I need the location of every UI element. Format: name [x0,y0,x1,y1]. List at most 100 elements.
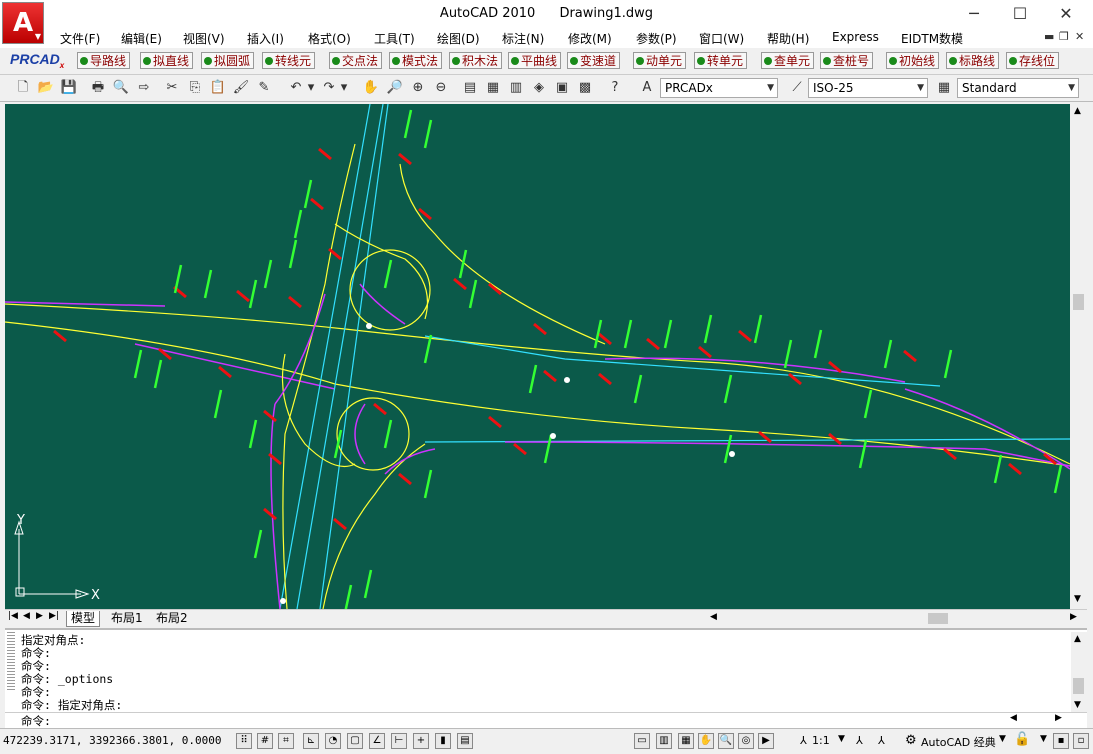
tab-first-icon[interactable]: |◀ [8,611,18,621]
print-icon[interactable]: 🖶 [89,79,107,97]
menu-format[interactable]: 格式(O) [308,30,351,47]
ducs-icon[interactable]: ⊢ [391,733,407,749]
ortho-icon[interactable]: ⊾ [303,733,319,749]
dim-style-icon[interactable]: ⟋ [788,79,806,97]
paste-icon[interactable]: 📋 [209,79,227,97]
osnap-icon[interactable]: ▢ [347,733,363,749]
prcad-query-station-button[interactable]: 查桩号 [820,52,874,69]
coordinate-readout[interactable]: 472239.3171, 3392366.3801, 0.0000 [3,734,222,747]
command-input-row[interactable]: 命令: ◀ ▶ [5,712,1087,728]
close-button[interactable]: ✕ [1043,0,1089,28]
zoom-realtime-icon[interactable]: 🔎 [386,79,404,97]
undo-dropdown-icon[interactable]: ▾ [302,79,320,97]
menu-express[interactable]: Express [832,30,879,44]
publish-icon[interactable]: ⇨ [135,79,153,97]
minimize-button[interactable]: ─ [951,0,997,28]
scroll-thumb[interactable] [1073,678,1084,694]
dim-style-select[interactable]: ISO-25 ▼ [808,78,928,98]
auto-scale-icon[interactable]: ⅄ [878,734,885,747]
tab-model[interactable]: 模型 [66,611,101,627]
copy-icon[interactable]: ⎘ [186,79,204,97]
prcad-pattern-button[interactable]: 模式法 [389,52,443,69]
horizontal-scrollbar[interactable]: ◀ ▶ [708,612,1082,625]
command-prompt[interactable]: 命令: [21,713,51,729]
menu-dimension[interactable]: 标注(N) [502,30,544,47]
workspace-name[interactable]: AutoCAD 经典 [921,734,996,750]
scroll-left-icon[interactable]: ◀ [1010,713,1017,723]
menu-help[interactable]: 帮助(H) [767,30,809,47]
tab-layout1[interactable]: 布局1 [107,611,147,626]
prcad-intersection-button[interactable]: 交点法 [329,52,383,69]
otrack-icon[interactable]: ∠ [369,733,385,749]
scroll-right-icon[interactable]: ▶ [1070,612,1077,622]
scroll-up-icon[interactable]: ▲ [1074,634,1081,644]
cut-icon[interactable]: ✂ [163,79,181,97]
tab-prev-icon[interactable]: ◀ [23,611,30,621]
grid-icon[interactable]: # [257,733,273,749]
steering-wheel-icon[interactable]: ◎ [738,733,754,749]
open-icon[interactable]: 📂 [37,79,55,97]
chevron-down-icon[interactable]: ▼ [999,734,1006,744]
pan-icon[interactable]: ✋ [698,733,714,749]
drawing-canvas[interactable]: Y X [5,104,1070,609]
prcad-fit-line-button[interactable]: 拟直线 [140,52,194,69]
polar-icon[interactable]: ◔ [325,733,341,749]
prcad-save-position-button[interactable]: 存线位 [1006,52,1060,69]
menu-parametric[interactable]: 参数(P) [636,30,677,47]
scroll-down-icon[interactable]: ▼ [1074,594,1081,604]
doc-restore-icon[interactable]: ❐ [1059,30,1069,43]
hscroll-thumb[interactable] [928,613,948,624]
annotation-visibility-icon[interactable]: ⅄ [856,734,863,747]
autocad-logo-icon[interactable]: A ▼ [2,2,44,44]
annotation-scale-icon[interactable]: ⅄ [800,734,807,747]
prcad-horizontal-curve-button[interactable]: 平曲线 [508,52,562,69]
prcad-building-block-button[interactable]: 积木法 [449,52,503,69]
design-center-icon[interactable]: ▦ [484,79,502,97]
scroll-thumb[interactable] [1073,294,1084,310]
menu-insert[interactable]: 插入(I) [247,30,284,47]
maximize-button[interactable]: ☐ [997,0,1043,28]
command-window[interactable]: 指定对角点: 命令: 命令: 命令: _options 命令: 命令: 指定对角… [5,628,1087,714]
scroll-left-icon[interactable]: ◀ [710,612,717,622]
prcad-initial-line-button[interactable]: 初始线 [886,52,940,69]
save-icon[interactable]: 💾 [60,79,78,97]
redo-dropdown-icon[interactable]: ▾ [335,79,353,97]
tool-palettes-icon[interactable]: ▥ [507,79,525,97]
infer-constraints-icon[interactable]: ⠿ [236,733,252,749]
clean-screen-icon[interactable]: ▫ [1073,733,1089,749]
new-icon[interactable]: 🗋 [14,79,32,97]
sheet-set-icon[interactable]: ◈ [530,79,548,97]
match-properties-icon[interactable]: 🖌 [232,79,250,97]
doc-close-icon[interactable]: ✕ [1075,30,1084,43]
prcad-convert-element-button[interactable]: 转线元 [262,52,316,69]
showmotion-icon[interactable]: ▶ [758,733,774,749]
markup-icon[interactable]: ▣ [553,79,571,97]
prcad-import-route-button[interactable]: 导路线 [77,52,131,69]
command-grip[interactable] [7,632,15,692]
prcad-fit-arc-button[interactable]: 拟圆弧 [201,52,255,69]
table-style-icon[interactable]: ▦ [935,79,953,97]
block-editor-icon[interactable]: ✎ [255,79,273,97]
hardware-acceleration-icon[interactable]: ▪ [1053,733,1069,749]
model-space-icon[interactable]: ▭ [634,733,650,749]
prcad-query-element-button[interactable]: 查单元 [761,52,815,69]
zoom-previous-icon[interactable]: ⊖ [432,79,450,97]
annotation-scale-value[interactable]: 1:1 [812,734,830,747]
scroll-right-icon[interactable]: ▶ [1055,713,1062,723]
text-style-select[interactable]: PRCADx ▼ [660,78,778,98]
prcad-rotate-element-button[interactable]: 转单元 [694,52,748,69]
menu-tools[interactable]: 工具(T) [374,30,415,47]
menu-edit[interactable]: 编辑(E) [121,30,162,47]
menu-draw[interactable]: 绘图(D) [437,30,480,47]
workspace-gear-icon[interactable]: ⚙ [905,733,917,748]
lock-icon[interactable]: 🔓 [1014,732,1030,747]
dyn-icon[interactable]: + [413,733,429,749]
menu-eidtm[interactable]: EIDTM数模 [901,30,963,47]
pan-icon[interactable]: ✋ [362,79,380,97]
tab-layout2[interactable]: 布局2 [152,611,192,626]
doc-minimize-icon[interactable]: ▬ [1044,30,1054,43]
command-scrollbar[interactable]: ▲ ▼ [1071,632,1087,712]
menu-modify[interactable]: 修改(M) [568,30,612,47]
calculator-icon[interactable]: ▩ [576,79,594,97]
chevron-down-icon[interactable]: ▼ [838,734,845,744]
